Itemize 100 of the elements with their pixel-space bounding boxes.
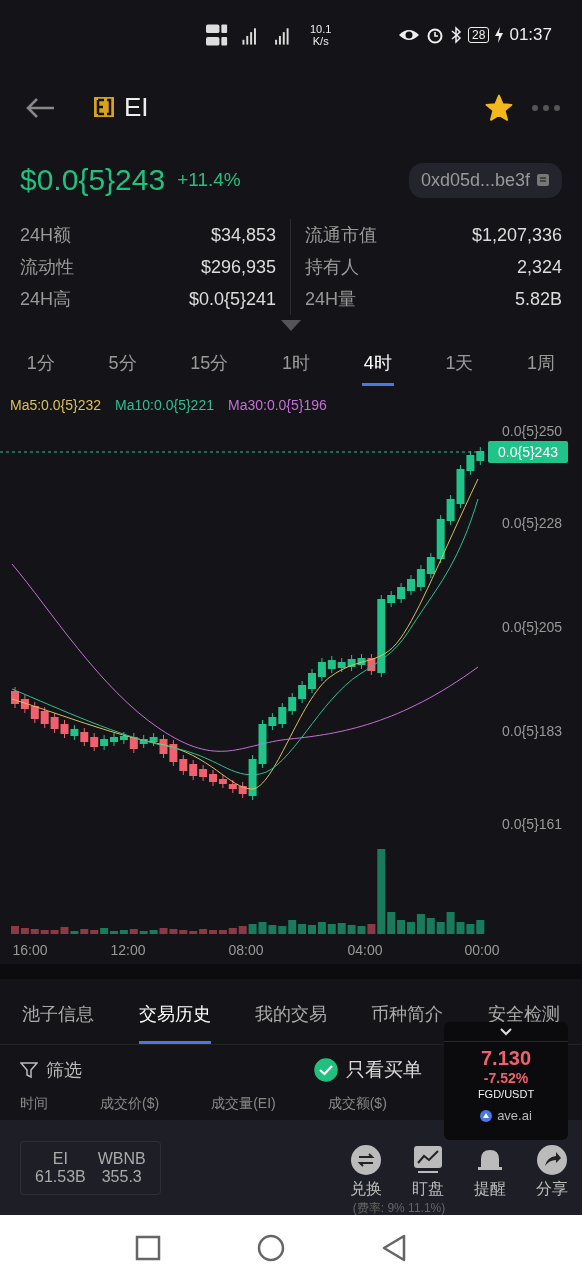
volume-bar: [268, 925, 277, 934]
action-button[interactable]: 提醒: [474, 1144, 506, 1200]
candle: [347, 654, 356, 672]
time-axis-label: 12:00: [110, 942, 146, 958]
candle: [337, 657, 346, 673]
candle: [416, 564, 425, 592]
ticker-price: 7.130: [480, 1047, 532, 1070]
stat-label: 24H高: [20, 288, 72, 311]
detail-tab[interactable]: 我的交易: [254, 979, 327, 1044]
network-speed-unit: K/s: [312, 35, 329, 47]
home-button[interactable]: [257, 1233, 285, 1262]
candle: [199, 764, 208, 782]
detail-tab[interactable]: 币种简介: [371, 979, 444, 1044]
token-symbol: EI: [124, 92, 149, 123]
filter-button[interactable]: 筛选: [20, 1058, 82, 1082]
stat-value: $0.0{5}241: [188, 288, 276, 310]
candle: [218, 774, 227, 789]
share-icon: [537, 1144, 567, 1175]
stat-value: $296,935: [200, 256, 276, 278]
volume-bar: [248, 924, 257, 934]
interval-tab[interactable]: 1周: [525, 342, 558, 386]
eye-icon: [398, 28, 421, 42]
charging-icon: [495, 27, 504, 43]
action-button[interactable]: 分享: [536, 1144, 568, 1200]
stat-value: 5.82B: [514, 288, 562, 310]
candle: [327, 655, 336, 674]
interval-tab[interactable]: 5分: [106, 342, 139, 386]
ticker-change: -7.52%: [483, 1070, 529, 1086]
stat-label: 持有人: [305, 256, 359, 279]
volume-bar: [317, 922, 326, 934]
bluetooth-icon: [450, 26, 463, 44]
brand-name: ave.ai: [497, 1108, 532, 1123]
favorite-button[interactable]: [484, 92, 514, 123]
action-button[interactable]: 盯盘: [412, 1144, 444, 1200]
candle: [357, 653, 366, 670]
back-button[interactable]: [24, 95, 56, 120]
volume-bar: [258, 922, 267, 934]
brand-logo-icon: [480, 1109, 493, 1122]
volume-bar: [298, 924, 307, 934]
interval-tab[interactable]: 15分: [188, 342, 231, 386]
back-nav-button[interactable]: [381, 1233, 407, 1262]
time-axis-label: 00:00: [464, 942, 500, 958]
volume-bar: [426, 918, 435, 934]
contract-address-button[interactable]: 0xd05d...be3f: [408, 162, 562, 198]
candle: [298, 680, 307, 704]
candle: [60, 719, 69, 739]
column-header: 成交额($): [327, 1095, 387, 1113]
stat-label: 24H额: [20, 224, 72, 247]
candle: [90, 732, 99, 752]
stat-value: 2,324: [516, 256, 562, 278]
price-axis-label: 0.0{5}183: [502, 723, 562, 739]
candle: [169, 739, 178, 767]
candle: [20, 694, 29, 714]
collapse-chevron-icon[interactable]: [500, 1028, 512, 1036]
candle: [30, 701, 39, 724]
interval-tab[interactable]: 1天: [443, 342, 476, 386]
time-axis-label: 04:00: [347, 942, 383, 958]
action-button[interactable]: 兑换: [350, 1144, 382, 1200]
floating-price-ticker-toast[interactable]: 7.130 -7.52% FGD/USDT ave.ai: [444, 1022, 568, 1140]
stat-label: 流动性: [20, 256, 74, 279]
battery-level: 28: [468, 27, 490, 43]
candle: [179, 754, 188, 776]
token-logo-icon: [94, 96, 114, 119]
candle: [100, 734, 109, 751]
price-change: +11.4%: [177, 169, 241, 191]
interval-tab[interactable]: 1分: [24, 342, 57, 386]
candle: [70, 724, 79, 741]
balance-symbol: WBNB: [97, 1149, 146, 1168]
column-header: 成交价($): [100, 1095, 160, 1113]
candle: [288, 692, 297, 716]
detail-tab[interactable]: 交易历史: [138, 979, 211, 1044]
line-chart-icon: [413, 1144, 443, 1175]
expand-caret-icon[interactable]: [281, 320, 301, 332]
stat-label: 流通市值: [305, 224, 377, 247]
candle: [80, 727, 89, 747]
column-header: 时间: [20, 1095, 48, 1113]
more-button[interactable]: [530, 102, 562, 113]
candle: [317, 657, 326, 682]
volume-bar: [466, 924, 475, 934]
ticker-pair: FGD/USDT: [477, 1088, 535, 1100]
balance-symbol: EI: [52, 1149, 68, 1168]
candle: [189, 759, 198, 781]
current-price-badge: 0.0{5}243: [488, 441, 568, 463]
filter-icon: [20, 1061, 38, 1079]
detail-tab[interactable]: 池子信息: [22, 979, 95, 1044]
balance-amount: 355.3: [101, 1167, 142, 1186]
candle: [40, 706, 49, 729]
buy-only-label: 只看买单: [346, 1058, 422, 1082]
copy-icon: [536, 173, 550, 187]
volume-bar: [476, 920, 485, 934]
swap-icon: [351, 1144, 381, 1175]
interval-tab[interactable]: 4时: [361, 342, 394, 386]
candle: [228, 779, 237, 794]
recent-apps-button[interactable]: [135, 1234, 161, 1261]
clock: 01:37: [509, 25, 552, 45]
price-axis-label: 0.0{5}228: [502, 515, 562, 531]
volume-bar: [327, 924, 336, 934]
checkbox[interactable]: [314, 1058, 338, 1082]
interval-tab[interactable]: 1时: [279, 342, 312, 386]
stat-value: $1,207,336: [471, 224, 562, 246]
